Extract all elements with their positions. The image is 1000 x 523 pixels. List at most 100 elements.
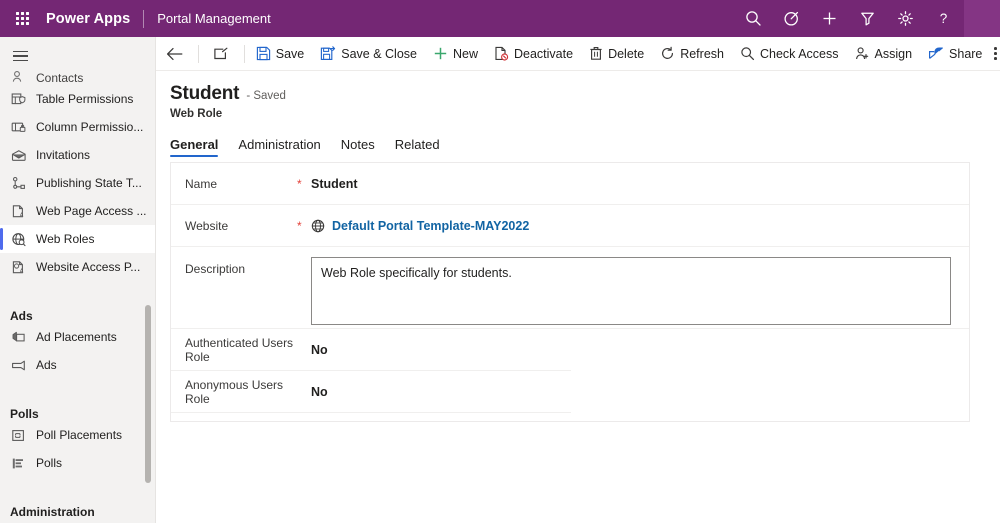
assign-icon xyxy=(855,46,870,61)
web-page-access-icon: A xyxy=(8,202,30,220)
table-permissions-icon xyxy=(8,90,30,108)
command-label: Delete xyxy=(608,47,644,61)
tab-administration[interactable]: Administration xyxy=(238,137,320,157)
sidebar-item-poll-placements[interactable]: Poll Placements xyxy=(0,421,155,449)
app-launcher-icon[interactable] xyxy=(0,0,44,37)
entity-name-label: Web Role xyxy=(170,105,1000,120)
new-button[interactable]: New xyxy=(425,37,486,71)
app-name-label[interactable]: Portal Management xyxy=(157,11,270,26)
sidebar-item-label: Web Roles xyxy=(30,232,94,246)
nav-spacer xyxy=(0,379,155,391)
sidebar-item-column-permissions[interactable]: Column Permissio... xyxy=(0,113,155,141)
sidebar-item-publishing-state-transitions[interactable]: Publishing State T... xyxy=(0,169,155,197)
website-link-label[interactable]: Default Portal Template-MAY2022 xyxy=(332,219,529,233)
filter-icon[interactable] xyxy=(848,0,886,37)
website-required-indicator: * xyxy=(297,221,311,231)
gear-icon[interactable] xyxy=(886,0,924,37)
sidebar-item-label: Table Permissions xyxy=(30,92,133,106)
sidebar-group-ads: Ads xyxy=(0,293,155,323)
field-row-website: Website * Default Portal Template-MAY202… xyxy=(171,205,969,247)
description-input[interactable] xyxy=(311,257,951,325)
open-in-new-window-button[interactable] xyxy=(201,37,241,71)
command-label: Share xyxy=(949,47,982,61)
description-field-label: Description xyxy=(185,257,297,277)
form-tabs: General Administration Notes Related xyxy=(156,131,1000,157)
sidebar-item-polls[interactable]: Polls xyxy=(0,449,155,477)
more-commands-button[interactable] xyxy=(990,37,1000,71)
sidebar-item-label: Invitations xyxy=(30,148,90,162)
svg-text:?: ? xyxy=(939,11,947,26)
invitations-icon xyxy=(8,146,30,164)
tab-related[interactable]: Related xyxy=(395,137,440,157)
refresh-icon xyxy=(660,46,675,61)
sidebar-item-web-page-access-control-rules[interactable]: A Web Page Access ... xyxy=(0,197,155,225)
app-header: Power Apps Portal Management ? xyxy=(0,0,1000,37)
sidebar-item-ads[interactable]: Ads xyxy=(0,351,155,379)
save-and-close-button[interactable]: Save & Close xyxy=(312,37,425,71)
sidebar-item-label: Column Permissio... xyxy=(30,120,143,134)
avatar[interactable] xyxy=(964,0,1000,37)
check-access-button[interactable]: Check Access xyxy=(732,37,847,71)
search-icon[interactable] xyxy=(734,0,772,37)
column-permissions-icon xyxy=(8,118,30,136)
nav-spacer xyxy=(0,281,155,293)
ad-placements-icon xyxy=(8,328,30,346)
record-header: Student - Saved Web Role xyxy=(156,71,1000,120)
web-roles-icon xyxy=(8,230,30,248)
assign-button[interactable]: Assign xyxy=(847,37,921,71)
sidebar-item-contacts[interactable]: Contacts xyxy=(0,71,155,85)
deactivate-icon xyxy=(494,46,509,61)
svg-text:A: A xyxy=(20,212,24,218)
brand-divider xyxy=(143,10,144,28)
anonymous-users-role-value[interactable]: No xyxy=(311,385,328,399)
refresh-button[interactable]: Refresh xyxy=(652,37,732,71)
sidebar-item-label: Website Access P... xyxy=(30,260,140,274)
name-field-value[interactable]: Student xyxy=(311,177,358,191)
sidebar-scrollbar[interactable] xyxy=(145,37,151,523)
sidebar-scrollbar-thumb[interactable] xyxy=(145,305,151,483)
anonymous-users-role-label: Anonymous Users Role xyxy=(185,378,297,406)
command-label: Deactivate xyxy=(514,47,573,61)
tab-notes[interactable]: Notes xyxy=(341,137,375,157)
deactivate-button[interactable]: Deactivate xyxy=(486,37,581,71)
command-label: New xyxy=(453,47,478,61)
save-button[interactable]: Save xyxy=(248,37,313,71)
sidebar-item-website-access-permissions[interactable]: A Website Access P... xyxy=(0,253,155,281)
sidebar-item-web-roles[interactable]: Web Roles xyxy=(0,225,155,253)
sidebar-item-label: Poll Placements xyxy=(30,428,122,442)
delete-button[interactable]: Delete xyxy=(581,37,652,71)
sidebar-scroll-region: Contacts Table Permissions Column Permis… xyxy=(0,71,155,519)
tab-general[interactable]: General xyxy=(170,137,218,157)
header-actions: ? xyxy=(734,0,1000,37)
page-title: Student xyxy=(170,83,239,105)
website-access-icon: A xyxy=(8,258,30,276)
website-field-value[interactable]: Default Portal Template-MAY2022 xyxy=(311,219,529,233)
publishing-state-icon xyxy=(8,174,30,192)
sidebar-item-label: Publishing State T... xyxy=(30,176,142,190)
share-icon xyxy=(928,46,944,61)
sidebar-item-ad-placements[interactable]: Ad Placements xyxy=(0,323,155,351)
sidebar-item-label: Ads xyxy=(30,358,57,372)
share-button[interactable]: Share xyxy=(920,37,990,71)
plus-icon xyxy=(433,46,448,61)
brand-label[interactable]: Power Apps xyxy=(44,11,130,27)
back-button[interactable] xyxy=(156,37,195,71)
command-label: Check Access xyxy=(760,47,839,61)
sidebar-item-label: Web Page Access ... xyxy=(30,204,147,218)
field-row-authenticated-users-role: Authenticated Users Role No xyxy=(171,329,571,371)
sidebar-item-invitations[interactable]: Invitations xyxy=(0,141,155,169)
authenticated-users-role-value[interactable]: No xyxy=(311,343,328,357)
name-field-label: Name xyxy=(185,176,297,192)
sidebar-group-administration: Administration xyxy=(0,489,155,519)
command-label: Save xyxy=(276,47,305,61)
sidebar-item-label: Ad Placements xyxy=(30,330,117,344)
target-icon[interactable] xyxy=(772,0,810,37)
help-icon[interactable]: ? xyxy=(924,0,962,37)
command-label: Refresh xyxy=(680,47,724,61)
hamburger-menu-icon[interactable] xyxy=(0,41,40,71)
sidebar-item-table-permissions[interactable]: Table Permissions xyxy=(0,85,155,113)
plus-icon[interactable] xyxy=(810,0,848,37)
poll-placements-icon xyxy=(8,426,30,444)
check-access-icon xyxy=(740,46,755,61)
form-section-card: Name * Student Website * Default Portal … xyxy=(170,162,970,422)
